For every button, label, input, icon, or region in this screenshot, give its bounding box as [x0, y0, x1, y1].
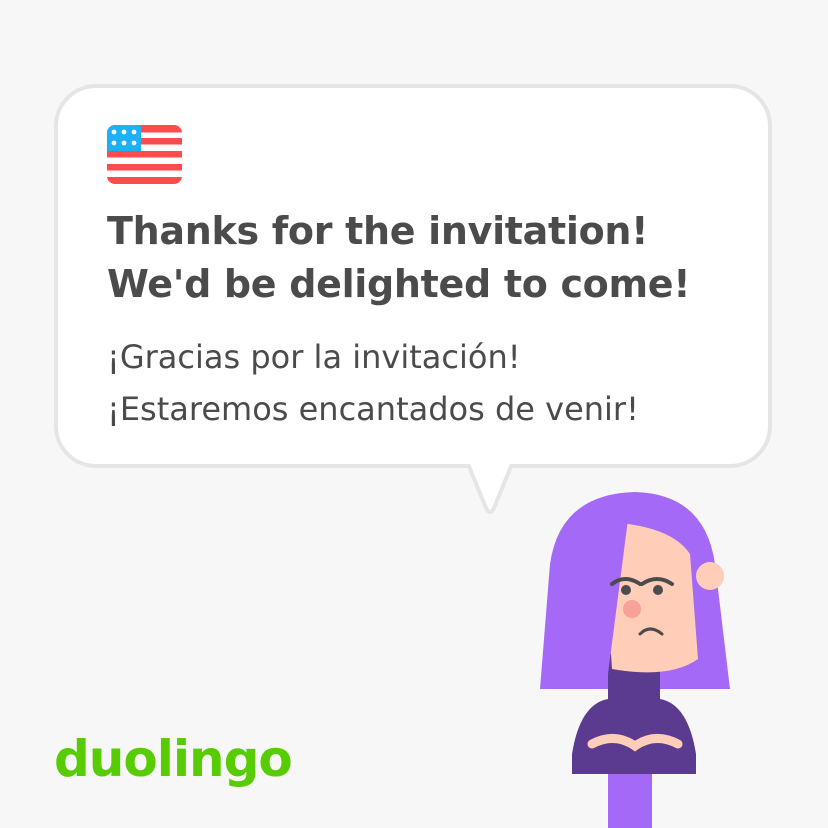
- duolingo-logo: duolingo: [54, 730, 293, 788]
- speech-bubble-tail: [466, 464, 514, 514]
- lily-character-illustration: [540, 492, 730, 828]
- us-flag-icon: [107, 125, 182, 184]
- spanish-translation: ¡Gracias por la invitación! ¡Estaremos e…: [107, 338, 639, 428]
- english-sentence: Thanks for the invitation! We'd be delig…: [107, 209, 691, 306]
